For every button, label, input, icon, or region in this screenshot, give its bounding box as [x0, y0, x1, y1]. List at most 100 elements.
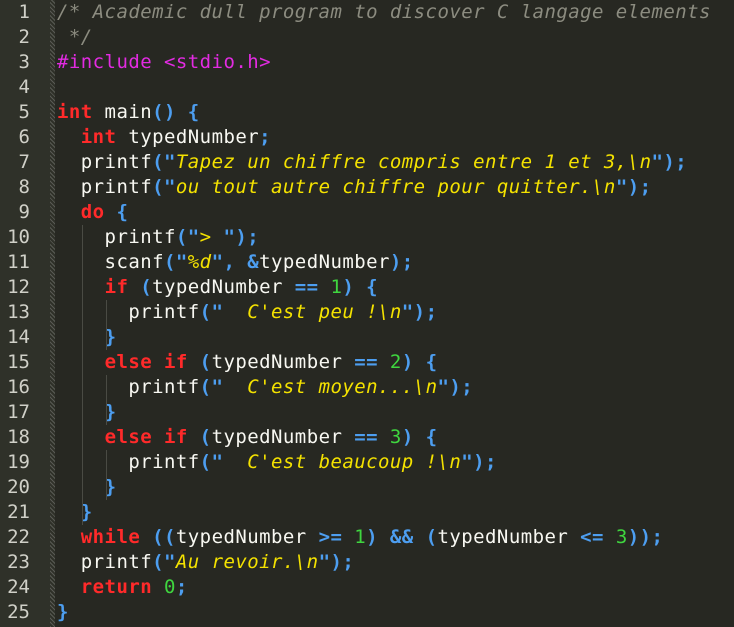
token-punc: ; [175, 576, 188, 598]
code-line[interactable]: 5 int main() { [0, 100, 734, 125]
token-str: ou tout autre chiffre pour quitter.\n [175, 176, 616, 198]
code-line[interactable]: 22 while ((typedNumber >= 1) && (typedNu… [0, 525, 734, 550]
code-text[interactable]: printf(" C'est beaucoup !\n"); [57, 450, 497, 475]
token-ident: typedNumber [211, 426, 343, 448]
code-text[interactable]: } [57, 600, 69, 625]
token-num: 2 [389, 351, 402, 373]
token-kw: int [57, 101, 93, 123]
code-text[interactable]: */ [57, 25, 93, 50]
token-ident: printf [57, 376, 200, 398]
token-ident: printf [57, 176, 153, 198]
code-text[interactable]: } [57, 500, 93, 525]
token-ident: typedNumber [116, 126, 260, 148]
token-ident: printf [57, 451, 200, 473]
line-number: 10 [7, 226, 30, 248]
code-text[interactable]: printf(" C'est peu !\n"); [57, 300, 437, 325]
code-text[interactable]: #include <stdio.h> [57, 50, 271, 75]
code-line[interactable]: 19 printf(" C'est beaucoup !\n"); [0, 450, 734, 475]
code-line[interactable]: 10 printf("> "); [0, 225, 734, 250]
code-line[interactable]: 15 else if (typedNumber == 2) { [0, 350, 734, 375]
code-line[interactable]: 24 return 0; [0, 575, 734, 600]
token-punc: (" [152, 551, 176, 573]
token-ident [57, 401, 105, 423]
line-number: 17 [7, 401, 30, 423]
token-punc: { [104, 201, 129, 223]
token-num: 3 [615, 526, 628, 548]
code-text[interactable]: while ((typedNumber >= 1) && (typedNumbe… [57, 525, 663, 550]
indent-guide [105, 375, 107, 425]
token-punc: ) { [342, 276, 379, 298]
code-text[interactable]: else if (typedNumber == 3) { [57, 425, 437, 450]
token-kw: return [80, 576, 153, 598]
code-text[interactable]: else if (typedNumber == 2) { [57, 350, 437, 375]
code-line[interactable]: 13 printf(" C'est peu !\n"); [0, 300, 734, 325]
code-text[interactable]: return 0; [57, 575, 188, 600]
code-line[interactable]: 4 [0, 75, 734, 100]
code-line[interactable]: 14 } [0, 325, 734, 350]
code-text[interactable]: do { [57, 200, 128, 225]
token-punc: ) { [401, 351, 438, 373]
indent-guide [81, 225, 83, 525]
token-punc: <= [568, 526, 616, 548]
token-punc: (" [199, 301, 224, 323]
token-str: %d [187, 251, 212, 273]
code-text[interactable]: printf("Au revoir.\n"); [57, 550, 354, 575]
token-punc: == [342, 351, 390, 373]
code-text[interactable]: } [57, 400, 116, 425]
code-line[interactable]: 23 printf("Au revoir.\n"); [0, 550, 734, 575]
code-line[interactable]: 6 int typedNumber; [0, 125, 734, 150]
token-punc: ( [187, 351, 212, 373]
code-text[interactable]: printf(" C'est moyen...\n"); [57, 375, 473, 400]
line-number: 14 [7, 326, 30, 348]
token-punc: == [342, 426, 390, 448]
line-number: 6 [18, 126, 30, 148]
token-punc: ) { [401, 426, 438, 448]
code-line[interactable]: 21 } [0, 500, 734, 525]
code-text[interactable]: if (typedNumber == 1) { [57, 275, 378, 300]
code-line[interactable]: 9 do { [0, 200, 734, 225]
token-punc: "); [401, 301, 438, 323]
code-line[interactable]: 2 */ [0, 25, 734, 50]
token-num: 1 [354, 526, 367, 548]
code-text[interactable]: printf("ou tout autre chiffre pour quitt… [57, 175, 651, 200]
token-punc: ", & [211, 251, 260, 273]
code-line[interactable]: 8 printf("ou tout autre chiffre pour qui… [0, 175, 734, 200]
token-str: C'est moyen...\n [223, 376, 438, 398]
code-text[interactable]: } [57, 475, 116, 500]
token-punc: )); [627, 526, 664, 548]
code-line[interactable]: 12 if (typedNumber == 1) { [0, 275, 734, 300]
code-line[interactable]: 16 printf(" C'est moyen...\n"); [0, 375, 734, 400]
code-line[interactable]: 17 } [0, 400, 734, 425]
token-ident [57, 201, 81, 223]
line-number: 18 [7, 426, 30, 448]
code-text[interactable]: int typedNumber; [57, 125, 271, 150]
code-line[interactable]: 3 #include <stdio.h> [0, 50, 734, 75]
code-text[interactable]: printf("Tapez un chiffre compris entre 1… [57, 150, 687, 175]
line-number: 3 [18, 51, 30, 73]
code-line[interactable]: 20 } [0, 475, 734, 500]
token-ident [57, 276, 105, 298]
token-ident [57, 351, 105, 373]
code-editor[interactable]: 1 /* Academic dull program to discover C … [0, 0, 734, 627]
code-line[interactable]: 1 /* Academic dull program to discover C … [0, 0, 734, 25]
token-ident: main [92, 101, 153, 123]
token-punc: >= [306, 526, 355, 548]
code-text[interactable]: /* Academic dull program to discover C l… [57, 0, 711, 25]
code-line[interactable]: 18 else if (typedNumber == 3) { [0, 425, 734, 450]
code-text[interactable]: printf("> "); [57, 225, 259, 250]
token-punc: "); [651, 151, 688, 173]
token-punc: () { [152, 101, 200, 123]
token-ident [57, 476, 105, 498]
indent-guide [105, 450, 107, 500]
code-text[interactable]: scanf("%d", &typedNumber); [57, 250, 414, 275]
code-line[interactable]: 25} [0, 600, 734, 625]
token-punc: "); [615, 176, 652, 198]
token-str: C'est beaucoup !\n [223, 451, 462, 473]
line-number: 5 [18, 101, 30, 123]
code-line[interactable]: 11 scanf("%d", &typedNumber); [0, 250, 734, 275]
code-line[interactable]: 7 printf("Tapez un chiffre compris entre… [0, 150, 734, 175]
code-text[interactable]: int main() { [57, 100, 200, 125]
token-ident [57, 326, 105, 348]
token-kw: if [104, 276, 129, 298]
code-text[interactable]: } [57, 325, 116, 350]
